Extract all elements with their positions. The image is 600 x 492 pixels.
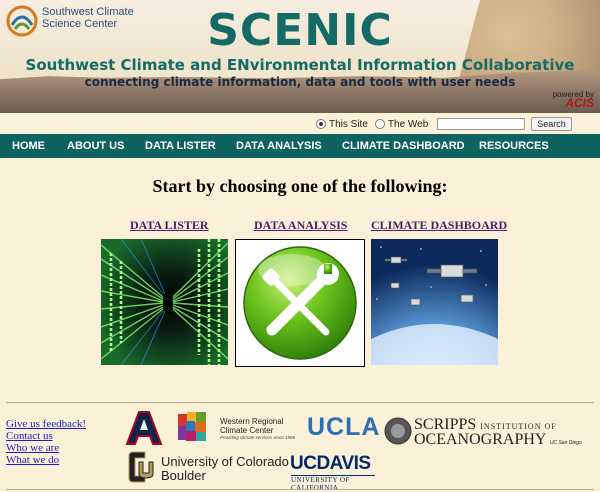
radio-the-web[interactable]	[374, 119, 385, 129]
radio-the-web-label: The Web	[387, 118, 429, 130]
site-title: SCENIC	[207, 5, 393, 56]
contact-link[interactable]: Contact us	[6, 430, 86, 442]
main-nav: HOME ABOUT US DATA LISTER DATA ANALYSIS …	[0, 134, 600, 158]
data-lister-image[interactable]	[101, 239, 228, 365]
acis-logo: ACIS	[565, 96, 594, 110]
search-button[interactable]: Search	[531, 117, 572, 131]
header-banner: Southwest Climate Science Center SCENIC …	[0, 0, 600, 113]
search-bar: This Site The Web Search	[316, 117, 572, 131]
who-we-are-link[interactable]: Who we are	[6, 442, 86, 454]
nav-resources[interactable]: RESOURCES	[479, 140, 549, 152]
search-input[interactable]	[437, 118, 526, 130]
scripps-logo[interactable]: SCRIPPS INSTITUTION OF OCEANOGRAPHY UC S…	[384, 416, 582, 450]
wrcc-logo[interactable]: Western Regional Climate Center Providin…	[176, 410, 296, 444]
scripps-name-line2: OCEANOGRAPHY UC San Diego	[414, 431, 582, 449]
climate-dashboard-link[interactable]: CLIMATE DASHBOARD	[371, 218, 507, 233]
feedback-link[interactable]: Give us feedback!	[6, 418, 86, 430]
arizona-a-icon	[125, 411, 163, 445]
ucdavis-logo[interactable]: UCDAVIS UNIVERSITY OF CALIFORNIA	[290, 453, 380, 492]
powered-by-acis[interactable]: powered by ACIS	[553, 90, 594, 110]
what-we-do-link[interactable]: What we do	[6, 454, 86, 466]
university-of-arizona-logo[interactable]	[125, 410, 163, 446]
footer-bottom-divider	[6, 489, 594, 490]
site-tagline: connecting climate information, data and…	[84, 75, 516, 89]
data-lister-link[interactable]: DATA LISTER	[130, 218, 209, 233]
scripps-oceanography-word: OCEANOGRAPHY	[414, 431, 546, 448]
wrcc-name: Western Regional Climate Center	[220, 417, 283, 435]
ucla-logo[interactable]: UCLA	[307, 413, 380, 442]
wrcc-name-text: Western Regional Climate Center	[220, 417, 284, 435]
nav-home[interactable]: HOME	[12, 140, 45, 152]
radio-this-site-label: This Site	[329, 118, 368, 130]
nav-about-us[interactable]: ABOUT US	[67, 140, 124, 152]
nav-climate-dashboard[interactable]: CLIMATE DASHBOARD	[342, 140, 465, 152]
cu-name: University of Colorado Boulder	[161, 455, 289, 483]
matrix-data-icon	[101, 239, 228, 365]
scripps-ucsd-word: UC San Diego	[549, 440, 582, 446]
wrcc-tagline: Providing climate services since 1986	[220, 435, 296, 440]
footer-links: Give us feedback! Contact us Who we are …	[6, 418, 86, 466]
wrench-screwdriver-icon	[243, 246, 357, 360]
cu-name-line2: Boulder	[161, 468, 206, 483]
footer-divider	[6, 402, 594, 403]
data-analysis-link[interactable]: DATA ANALYSIS	[254, 218, 347, 233]
cu-boulder-logo[interactable]: University of Colorado Boulder	[125, 450, 289, 486]
scripps-seal-icon	[384, 417, 412, 445]
western-states-map-icon	[178, 412, 206, 441]
radio-this-site[interactable]	[316, 119, 326, 129]
page-headline: Start by choosing one of the following:	[152, 176, 448, 196]
satellites-icon	[371, 239, 498, 365]
nav-data-lister[interactable]: DATA LISTER	[145, 140, 216, 152]
ucdavis-wordmark: UCDAVIS	[290, 453, 371, 474]
site-subtitle: Southwest Climate and ENvironmental Info…	[25, 56, 575, 74]
climate-dashboard-image[interactable]	[371, 239, 498, 365]
scripps-institution-word: INSTITUTION OF	[480, 422, 557, 431]
cu-name-line1: University of Colorado	[161, 454, 289, 469]
data-analysis-image[interactable]	[235, 239, 365, 367]
cu-emblem-icon	[128, 451, 154, 483]
nav-data-analysis[interactable]: DATA ANALYSIS	[236, 140, 322, 152]
